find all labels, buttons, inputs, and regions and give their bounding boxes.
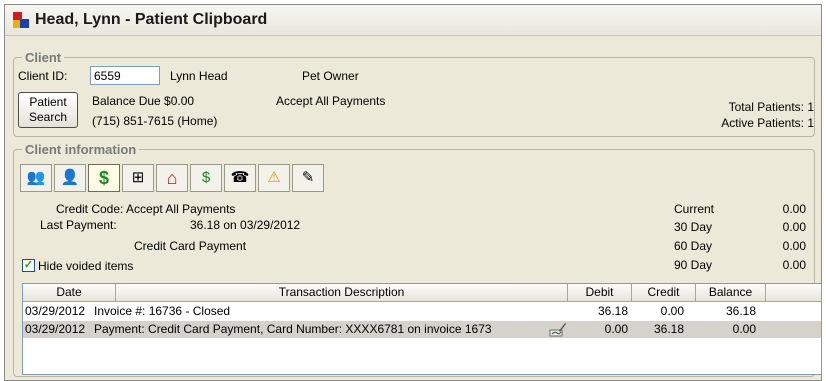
balance-due: Balance Due $0.00 — [92, 94, 195, 108]
aging-90-label: 90 Day — [674, 258, 713, 272]
notes-icon[interactable]: ✎ — [292, 164, 324, 192]
aging-90-value: 0.00 — [782, 258, 806, 272]
col-header-spacer — [766, 284, 821, 302]
active-patients-value: 1 — [807, 116, 814, 130]
aging-60-label: 60 Day — [674, 239, 713, 253]
title-bar: Head, Lynn - Patient Clipboard — [5, 5, 821, 36]
person-icon[interactable]: 👤 — [54, 164, 86, 192]
patient-search-button[interactable]: Patient Search — [18, 92, 78, 128]
client-info-toolbar: 👥 👤 $ ⊞ ⌂ $ ☎ ⚠ ✎ — [20, 164, 340, 192]
col-header-debit[interactable]: Debit — [568, 284, 632, 302]
row-balance: 36.18 — [725, 304, 756, 318]
row-debit: 36.18 — [597, 304, 628, 318]
hide-voided-checkbox[interactable]: ✓ — [22, 259, 35, 272]
client-group: Client Client ID: Lynn Head Pet Owner Pa… — [13, 50, 815, 137]
aging-60-value: 0.00 — [782, 239, 806, 253]
payment-policy: Accept All Payments — [276, 94, 386, 108]
window-title: Head, Lynn - Patient Clipboard — [35, 11, 268, 28]
calculator-icon[interactable]: ⊞ — [122, 164, 154, 192]
client-role: Pet Owner — [302, 69, 359, 83]
transactions-table[interactable]: Date Transaction Description Debit Credi… — [22, 283, 822, 375]
aging-current-label: Current — [674, 202, 715, 216]
phone-icon[interactable]: ☎ — [224, 164, 256, 192]
last-payment-value: 36.18 on 03/29/2012 — [190, 218, 301, 232]
client-name: Lynn Head — [170, 69, 228, 83]
client-id-field[interactable] — [90, 66, 160, 85]
aging-current-value: 0.00 — [782, 202, 806, 216]
active-patients-label: Active Patients: — [721, 116, 804, 130]
col-header-credit[interactable]: Credit — [632, 284, 696, 302]
row-credit: 0.00 — [660, 304, 684, 318]
row-description: Invoice #: 16736 - Closed — [94, 304, 231, 318]
row-debit: 0.00 — [604, 322, 628, 336]
patient-clipboard-window: Head, Lynn - Patient Clipboard Client Cl… — [4, 4, 822, 381]
aging-30-label: 30 Day — [674, 220, 713, 234]
patient-search-label-2: Search — [28, 110, 68, 124]
total-patients-label: Total Patients: — [728, 100, 804, 114]
client-information-group: Client information 👥 👤 $ ⊞ ⌂ $ ☎ ⚠ ✎ Cre… — [13, 142, 822, 377]
row-balance: 0.00 — [732, 322, 756, 336]
total-patients-value: 1 — [807, 100, 814, 114]
table-row[interactable]: 03/29/2012 Invoice #: 16736 - Closed 36.… — [23, 303, 821, 320]
client-information-legend: Client information — [22, 142, 140, 157]
patient-search-label-1: Patient — [29, 95, 67, 109]
warning-icon[interactable]: ⚠ — [258, 164, 290, 192]
table-row[interactable]: 03/29/2012 Payment: Credit Card Payment,… — [23, 321, 821, 338]
credit-code: Credit Code: Accept All Payments — [56, 202, 236, 216]
house-icon[interactable]: ⌂ — [156, 164, 188, 192]
client-legend: Client — [22, 50, 65, 65]
app-logo-icon — [13, 12, 29, 28]
row-credit: 36.18 — [653, 322, 684, 336]
col-header-balance[interactable]: Balance — [696, 284, 766, 302]
dollar-icon[interactable]: $ — [88, 164, 120, 192]
client-id-label: Client ID: — [18, 69, 68, 83]
people-icon[interactable]: 👥 — [20, 164, 52, 192]
last-payment-label: Last Payment: — [40, 218, 117, 232]
col-header-date[interactable]: Date — [23, 284, 116, 302]
client-phone: (715) 851-7615 (Home) — [92, 114, 218, 128]
row-description: Payment: Credit Card Payment, Card Numbe… — [94, 322, 492, 336]
invoice-dollar-icon[interactable]: $ — [190, 164, 222, 192]
signature-icon[interactable] — [549, 321, 567, 338]
last-payment-method: Credit Card Payment — [134, 239, 247, 253]
col-header-description[interactable]: Transaction Description — [116, 284, 568, 302]
hide-voided-label: Hide voided items — [38, 259, 134, 273]
aging-30-value: 0.00 — [782, 220, 806, 234]
